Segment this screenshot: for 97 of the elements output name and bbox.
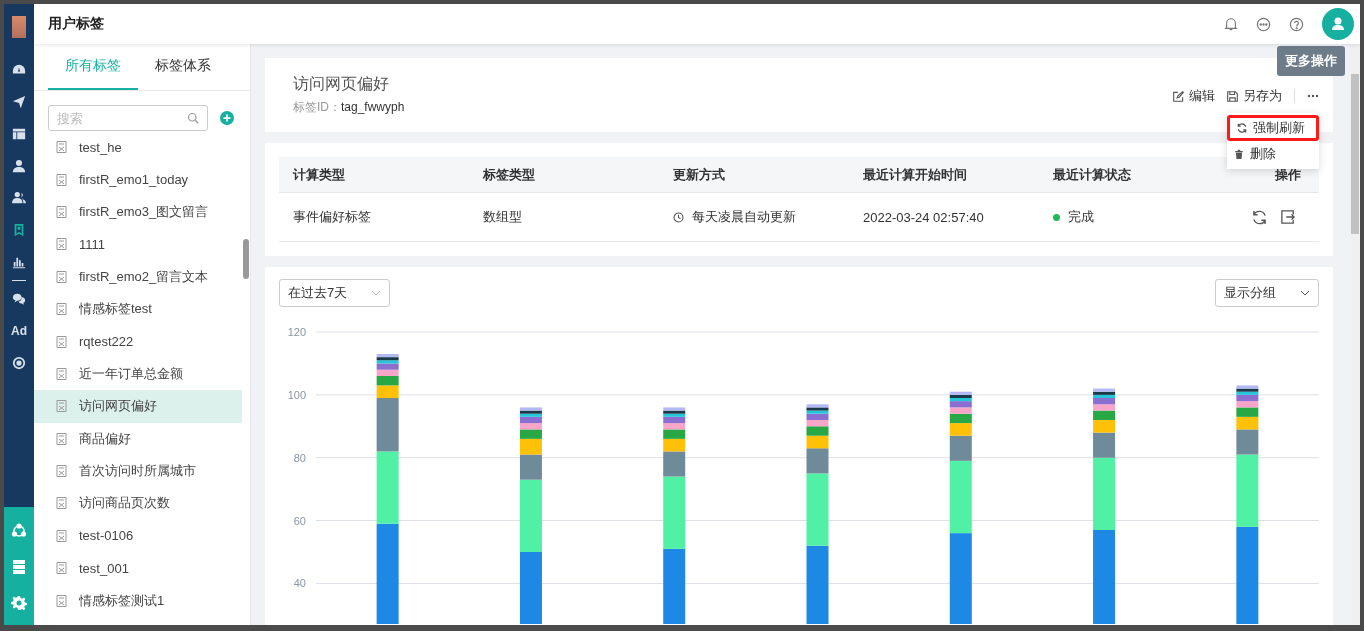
bar-segment [806,426,829,436]
bookmark-icon [12,223,26,237]
tag-id-value: tag_fwwyph [341,100,405,114]
tag-title: 访问网页偏好 [293,74,390,94]
axis-tick-label: 40 [293,577,306,590]
tab[interactable]: 标签体系 [138,44,228,90]
tag-list-item[interactable]: 情感标签测试1 [34,584,242,617]
save-icon [1227,90,1238,102]
page-title: 用户标签 [48,15,104,33]
group-select[interactable]: 显示分组 [1215,279,1319,307]
export-icon[interactable] [1281,210,1295,224]
bar-chart-icon [12,255,26,269]
tag-id-label: 标签ID： [293,100,341,114]
column-header: 计算类型 [293,165,345,184]
scrollbar-thumb[interactable] [243,239,249,279]
add-icon[interactable] [220,111,234,125]
chat-icon[interactable] [1256,16,1271,32]
tag-list-item[interactable]: firstR_emo2_留言文本 [34,260,242,293]
avatar-icon[interactable] [1322,8,1354,40]
tag-icon [56,335,67,348]
bar-segment [1236,407,1259,417]
tag-icon [56,141,67,154]
tag-list-item[interactable]: 商品偏好 [34,422,242,455]
axis-tick-label: 100 [287,388,306,401]
tag-list-item[interactable]: test-0106 [34,519,242,553]
network-icon[interactable] [11,523,27,539]
settings-icon[interactable] [11,595,27,611]
column-header: 最近计算状态 [1053,165,1131,184]
column-header: 最近计算开始时间 [863,165,967,184]
column-header: 操作 [1275,165,1301,184]
target-icon [12,356,26,370]
dashboard-icon [12,63,26,77]
axis-tick-label: 120 [287,326,306,338]
help-icon[interactable] [1289,16,1304,32]
tag-list-item[interactable]: firstR_emo3_图文留言 [34,195,242,229]
tag-list-item[interactable]: test_001 [34,552,242,585]
refresh-icon[interactable] [1252,209,1267,225]
tag-icon [56,529,67,542]
tag-icon [56,173,67,186]
action-button[interactable]: 编辑 [1173,87,1215,105]
more-icon[interactable] [1307,94,1319,98]
edit-icon [1173,90,1184,102]
tag-list-item[interactable]: 访问网页偏好 [34,390,242,423]
tag-icon [56,465,67,478]
tag-icon [56,303,67,316]
date-range-select[interactable]: 在过去7天 [279,279,391,307]
menu-item[interactable]: 删除 [1227,141,1319,167]
tag-list-item[interactable]: 1111 [34,228,242,261]
status-text: 完成 [1068,208,1094,226]
tag-list-item[interactable]: rqtest222 [34,325,242,358]
logo-icon [12,16,26,38]
chevron-down-icon [371,290,382,296]
scrollbar[interactable] [1350,44,1360,625]
tag-list-item[interactable]: test_he [34,131,242,164]
user-icon [12,159,26,173]
send-icon [12,95,26,109]
tag-icon [56,270,67,283]
clock-icon [673,211,684,223]
action-button[interactable]: 另存为 [1227,87,1282,105]
search-icon[interactable] [187,112,199,124]
table-cell: 数组型 [483,208,522,226]
axis-tick-label: 80 [293,451,306,464]
tag-icon [56,238,67,251]
table-cell: 事件偏好标签 [293,208,371,226]
bar-segment [663,429,686,439]
server-icon[interactable] [11,559,27,575]
bar-segment [519,552,542,624]
refresh-icon [1237,123,1247,133]
table-cell: 2022-03-24 02:57:40 [863,209,984,225]
tag-icon [56,594,67,607]
bell-icon[interactable] [1224,17,1238,31]
tag-icon [56,400,67,413]
column-header: 更新方式 [673,165,725,184]
tag-list-item[interactable]: firstR_emo1_today [34,163,242,196]
axis-tick-label: 60 [293,514,306,527]
tag-icon [56,367,67,380]
layout-icon [12,127,26,141]
tag-list-item[interactable]: 近一年订单总金额 [34,357,242,391]
tag-icon [56,562,67,575]
trash-icon [1234,149,1244,159]
table-cell: 每天凌晨自动更新 [692,208,796,226]
tag-icon [56,432,67,445]
tag-list-item[interactable]: 情感标签test [34,292,242,326]
chevron-down-icon [1300,290,1310,296]
search-field[interactable]: 搜索 [48,105,208,131]
tag-icon [56,497,67,510]
users-icon [12,191,26,205]
column-header: 标签类型 [483,165,535,184]
bar-segment [376,376,399,386]
bar-segment [1093,410,1116,420]
tag-list-item[interactable]: 访问商品页次数 [34,487,242,520]
nav-item[interactable]: Ad [4,315,34,347]
tag-list-item[interactable]: 首次访问时所属城市 [34,454,242,488]
chat-icon [12,292,26,306]
tag-icon [56,205,67,218]
tooltip: 更多操作 [1277,46,1345,76]
menu-item[interactable]: 强制刷新 [1227,115,1319,141]
